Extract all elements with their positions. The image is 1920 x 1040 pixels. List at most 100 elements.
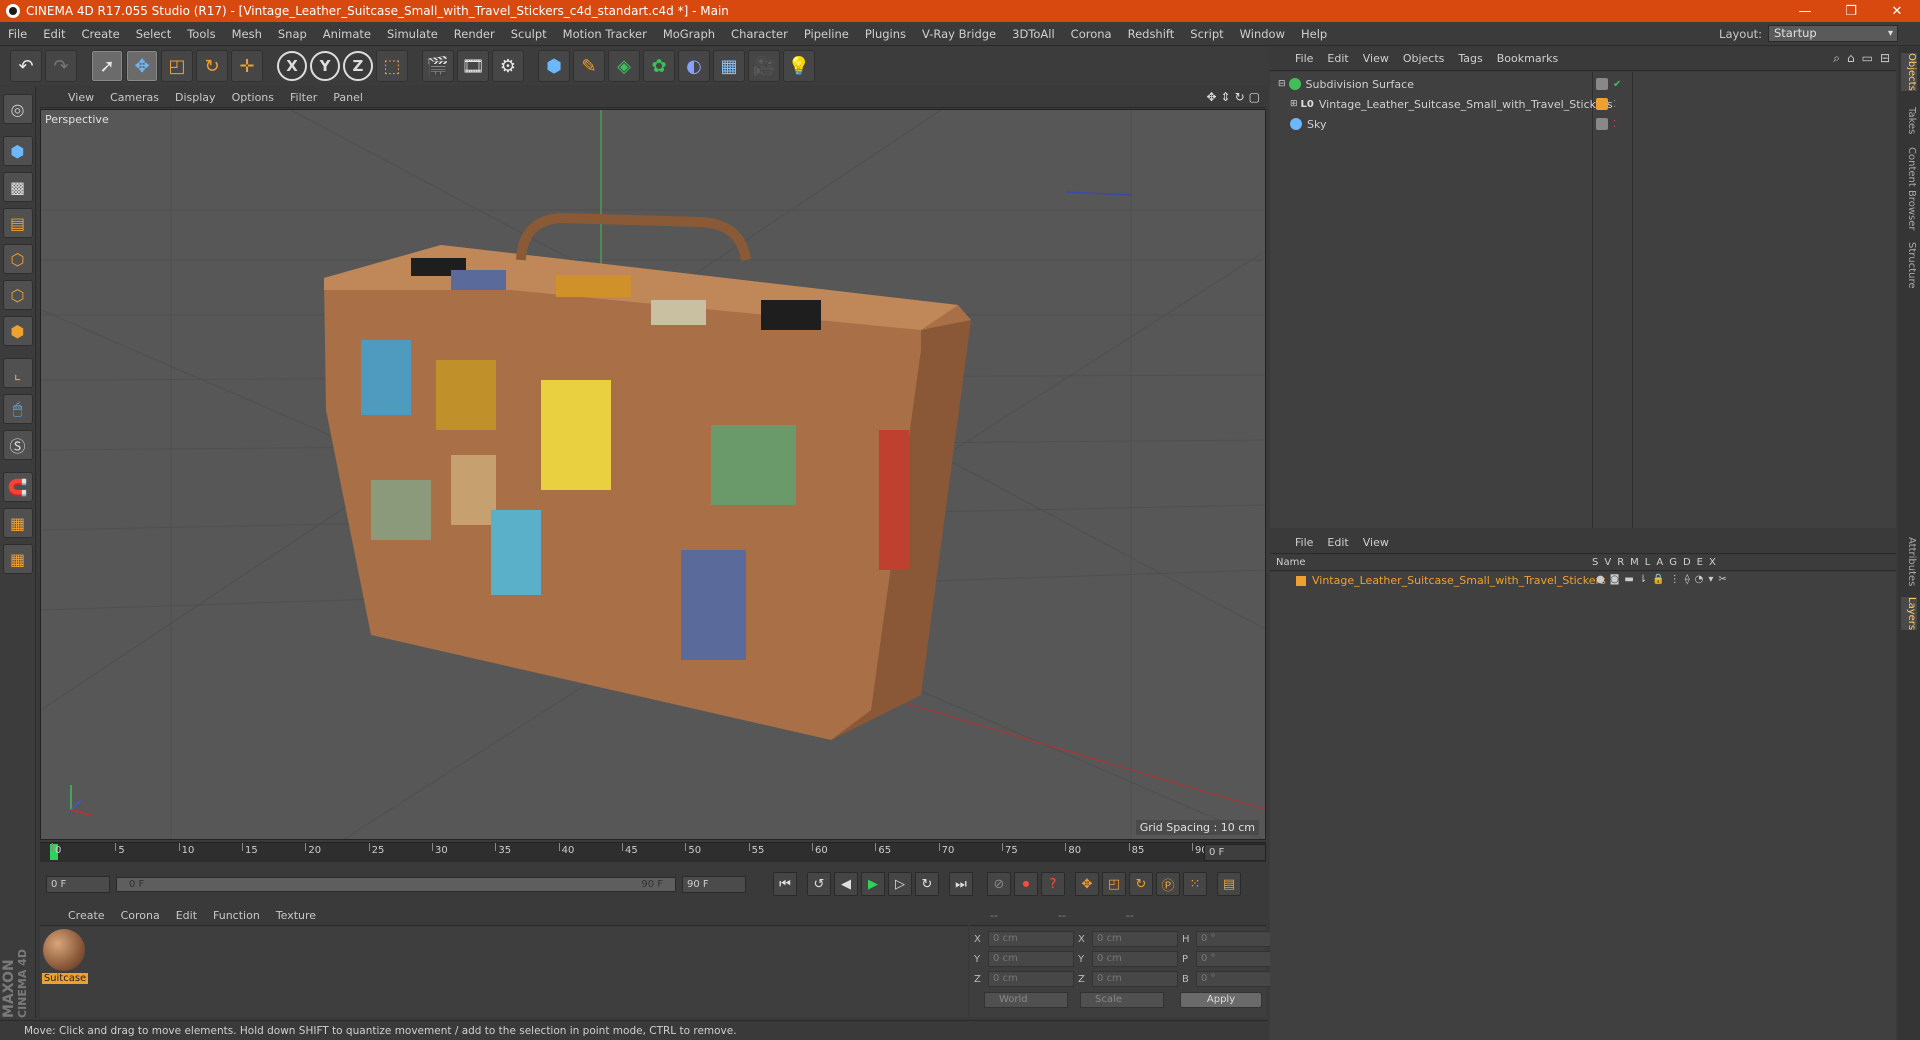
autokey-icon[interactable]: ? bbox=[1041, 872, 1065, 896]
key-position-icon[interactable]: ✥ bbox=[1075, 872, 1099, 896]
key-parameter-icon[interactable]: Ⓟ bbox=[1156, 872, 1180, 896]
live-selection-icon[interactable]: ➚ bbox=[91, 50, 123, 82]
material-menu-create[interactable]: Create bbox=[60, 909, 113, 922]
menu-simulate[interactable]: Simulate bbox=[379, 27, 446, 41]
coord-system-dropdown[interactable]: World bbox=[984, 992, 1068, 1008]
material-menu-edit[interactable]: Edit bbox=[168, 909, 205, 922]
layer-col-expressions[interactable]: E bbox=[1697, 557, 1703, 568]
spline-pen-icon[interactable]: ✎ bbox=[573, 50, 605, 82]
goto-end-icon[interactable]: ⏭ bbox=[949, 872, 973, 896]
layout-dropdown[interactable]: Startup bbox=[1768, 25, 1898, 42]
size-x-field[interactable]: 0 cm bbox=[1092, 931, 1178, 947]
apply-button[interactable]: Apply bbox=[1180, 992, 1262, 1008]
layer-col-deformers[interactable]: D bbox=[1683, 557, 1691, 568]
play-icon[interactable]: ▶ bbox=[861, 872, 885, 896]
snapping-icon[interactable]: 🧲 bbox=[2, 472, 33, 502]
coordinate-system-icon[interactable]: ⬚ bbox=[376, 50, 408, 82]
polygons-mode-icon[interactable]: ⬢ bbox=[2, 316, 33, 346]
viewport-menu-options[interactable]: Options bbox=[224, 91, 282, 104]
objects-menu-edit[interactable]: Edit bbox=[1320, 52, 1355, 65]
object-row-subdivision[interactable]: ⊟ Subdivision Surface ✔ bbox=[1270, 74, 1896, 94]
rotation-h-field[interactable]: 0 ° bbox=[1196, 931, 1272, 947]
mograph-cloner-icon[interactable]: ✿ bbox=[643, 50, 675, 82]
points-mode-icon[interactable]: ⬡ bbox=[2, 244, 33, 274]
previous-key-icon[interactable]: ↺ bbox=[807, 872, 831, 896]
menu-render[interactable]: Render bbox=[446, 27, 503, 41]
record-active-icon[interactable]: ⏺ bbox=[1014, 872, 1038, 896]
rotation-b-field[interactable]: 0 ° bbox=[1196, 971, 1272, 987]
size-z-field[interactable]: 0 cm bbox=[1092, 971, 1178, 987]
previous-frame-icon[interactable]: ◀ bbox=[834, 872, 858, 896]
motion-record-icon[interactable]: ⊘ bbox=[987, 872, 1011, 896]
visibility-dots-icon[interactable]: ⁚ bbox=[1613, 119, 1616, 130]
layer-flag-icons[interactable]: ●◙▬⇂🔒⋮⟠◔▾✂ bbox=[1596, 574, 1732, 585]
light-icon[interactable]: 💡 bbox=[783, 50, 815, 82]
collapse-icon[interactable]: ⊟ bbox=[1880, 51, 1890, 66]
layer-color-tag-icon[interactable] bbox=[1596, 98, 1608, 110]
layers-menu-file[interactable]: File bbox=[1288, 536, 1320, 549]
viewport-menu-view[interactable]: View bbox=[60, 91, 102, 104]
menu-mesh[interactable]: Mesh bbox=[224, 27, 270, 41]
menu-script[interactable]: Script bbox=[1182, 27, 1231, 41]
menu-create[interactable]: Create bbox=[74, 27, 128, 41]
enabled-check-icon[interactable]: ✔ bbox=[1613, 79, 1621, 90]
deformer-icon[interactable]: ◐ bbox=[678, 50, 710, 82]
x-axis-lock-icon[interactable]: X bbox=[277, 51, 307, 81]
layer-col-locked[interactable]: L bbox=[1645, 557, 1651, 568]
menu-pipeline[interactable]: Pipeline bbox=[796, 27, 857, 41]
tab-attributes[interactable]: Attributes bbox=[1901, 537, 1917, 586]
objects-menu-tags[interactable]: Tags bbox=[1451, 52, 1489, 65]
layer-col-render[interactable]: R bbox=[1617, 557, 1624, 568]
expand-toggle-icon[interactable]: ⊟ bbox=[1278, 79, 1286, 89]
model-mode-icon[interactable]: ⬢ bbox=[2, 136, 33, 166]
floor-scene-icon[interactable]: ▦ bbox=[713, 50, 745, 82]
make-editable-icon[interactable]: ◎ bbox=[2, 94, 33, 124]
layer-row[interactable]: Vintage_Leather_Suitcase_Small_with_Trav… bbox=[1270, 572, 1896, 590]
rotation-p-field[interactable]: 0 ° bbox=[1196, 951, 1272, 967]
tab-objects[interactable]: Objects bbox=[1901, 53, 1917, 91]
timeline-window-icon[interactable]: ▤ bbox=[1217, 872, 1241, 896]
minimize-icon[interactable]: — bbox=[1782, 0, 1828, 22]
texture-mode-icon[interactable]: ▩ bbox=[2, 172, 33, 202]
z-axis-lock-icon[interactable]: Z bbox=[343, 51, 373, 81]
move-tool-icon[interactable]: ✥ bbox=[126, 50, 158, 82]
layer-col-generators[interactable]: G bbox=[1669, 557, 1677, 568]
menu-select[interactable]: Select bbox=[128, 27, 179, 41]
y-axis-lock-icon[interactable]: Y bbox=[310, 51, 340, 81]
objects-menu-bookmarks[interactable]: Bookmarks bbox=[1490, 52, 1565, 65]
maximize-viewport-icon[interactable]: ▢ bbox=[1249, 90, 1260, 104]
timeline-end-field[interactable]: 90 F bbox=[682, 875, 746, 893]
material-menu-corona[interactable]: Corona bbox=[113, 909, 168, 922]
menu-file[interactable]: File bbox=[0, 27, 35, 41]
layer-color-swatch[interactable] bbox=[1296, 576, 1306, 586]
menu-edit[interactable]: Edit bbox=[35, 27, 73, 41]
tab-takes[interactable]: Takes bbox=[1901, 107, 1917, 134]
restore-icon[interactable]: ❐ bbox=[1828, 0, 1874, 22]
key-scale-icon[interactable]: ◰ bbox=[1102, 872, 1126, 896]
menu-character[interactable]: Character bbox=[723, 27, 796, 41]
position-x-field[interactable]: 0 cm bbox=[988, 931, 1074, 947]
tab-layers[interactable]: Layers bbox=[1901, 597, 1917, 631]
tweak-mode-icon[interactable]: 🖱 bbox=[2, 394, 33, 424]
tab-structure[interactable]: Structure bbox=[1901, 242, 1917, 289]
menu-vray-bridge[interactable]: V-Ray Bridge bbox=[914, 27, 1004, 41]
search-icon[interactable]: ⌕ bbox=[1833, 51, 1840, 66]
solo-mode-icon[interactable]: Ⓢ bbox=[2, 430, 33, 460]
menu-snap[interactable]: Snap bbox=[270, 27, 315, 41]
render-picture-viewer-icon[interactable]: 🎞 bbox=[457, 50, 489, 82]
suitcase-model[interactable] bbox=[324, 212, 971, 740]
next-frame-icon[interactable]: ▷ bbox=[888, 872, 912, 896]
layer-col-solo[interactable]: S bbox=[1592, 557, 1598, 568]
close-icon[interactable]: ✕ bbox=[1874, 0, 1920, 22]
visibility-toggle-icon[interactable] bbox=[1596, 78, 1608, 90]
perspective-viewport[interactable]: Perspective Grid Spacing : 10 cm bbox=[40, 109, 1266, 840]
material-swatch[interactable]: Suitcase bbox=[42, 927, 88, 984]
position-z-field[interactable]: 0 cm bbox=[988, 971, 1074, 987]
viewport-menu-filter[interactable]: Filter bbox=[282, 91, 325, 104]
visibility-dots-icon[interactable]: ⁚ bbox=[1613, 99, 1616, 110]
render-view-icon[interactable]: 🎬 bbox=[422, 50, 454, 82]
objects-menu-file[interactable]: File bbox=[1288, 52, 1320, 65]
rotate-tool-icon[interactable]: ↻ bbox=[196, 50, 228, 82]
workplane-lock-icon[interactable]: ▦ bbox=[2, 508, 33, 538]
undo-icon[interactable]: ↶ bbox=[10, 50, 42, 82]
